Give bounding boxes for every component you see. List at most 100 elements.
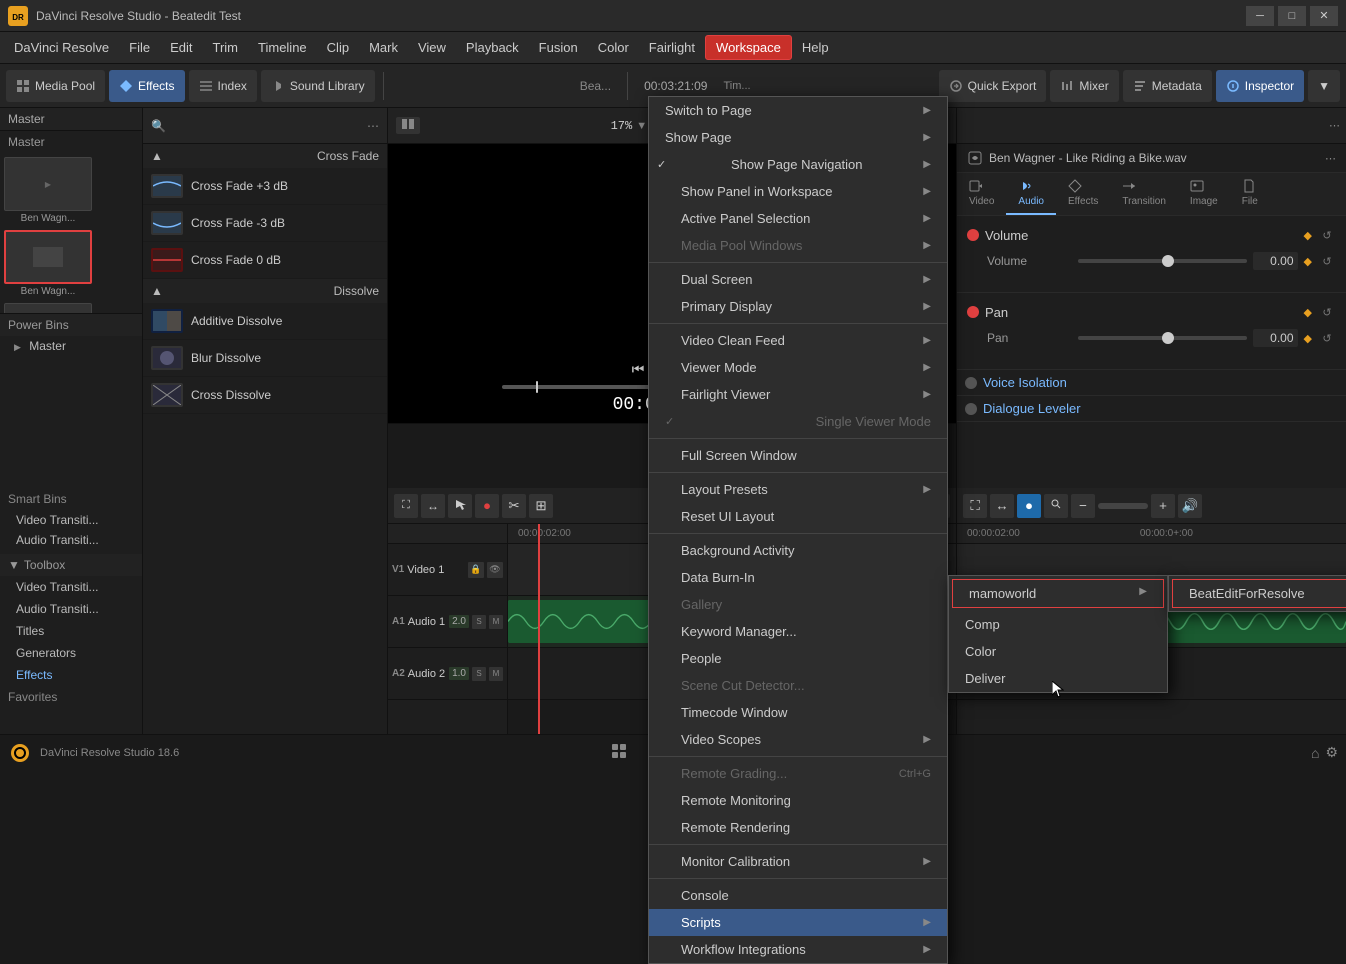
timeline-tool-5[interactable]: ⊞ <box>529 494 553 518</box>
effect-cross-fade-3db-pos[interactable]: Cross Fade +3 dB <box>143 168 387 205</box>
inspector-btn[interactable]: Inspector <box>1216 70 1304 102</box>
volume-keyframe-icon[interactable]: ◆ <box>1304 229 1312 242</box>
menu-color[interactable]: Color <box>588 36 639 59</box>
voice-isolation-item[interactable]: Voice Isolation <box>957 370 1346 396</box>
effects-btn[interactable]: Effects <box>109 70 184 102</box>
right-tl-plus[interactable]: + <box>1151 494 1175 518</box>
close-button[interactable]: ✕ <box>1310 6 1338 26</box>
deliver-item[interactable]: Deliver <box>949 665 1167 692</box>
dropdown-timecode-window[interactable]: Timecode Window <box>649 699 947 726</box>
inspector-expand[interactable]: ⋯ <box>1325 152 1336 165</box>
timeline-tool-1[interactable]: ⛶ <box>394 494 418 518</box>
right-tl-btn-3[interactable]: ● <box>1017 494 1041 518</box>
maximize-button[interactable]: □ <box>1278 6 1306 26</box>
effect-additive-dissolve[interactable]: Additive Dissolve <box>143 303 387 340</box>
v1-lock-btn[interactable]: 🔒 <box>468 562 484 578</box>
menu-edit[interactable]: Edit <box>160 36 202 59</box>
tab-audio[interactable]: Audio <box>1006 173 1056 215</box>
volume-kf-icon-2[interactable]: ◆ <box>1304 255 1312 268</box>
dropdown-people[interactable]: People <box>649 645 947 672</box>
pan-keyframe-icon[interactable]: ◆ <box>1304 306 1312 319</box>
media-pool-btn[interactable]: Media Pool <box>6 70 105 102</box>
mamoworld-item[interactable]: mamoworld ▶ <box>952 579 1164 608</box>
pan-dot[interactable] <box>967 306 979 318</box>
dropdown-workflow[interactable]: Workflow Integrations ▶ <box>649 936 947 963</box>
timeline-tool-2[interactable]: ↔ <box>421 494 445 518</box>
pan-reset-btn-2[interactable]: ↺ <box>1318 329 1336 347</box>
dropdown-background[interactable]: Background Activity <box>649 537 947 564</box>
dropdown-switch-page[interactable]: Switch to Page ▶ <box>649 97 947 124</box>
right-tl-btn-1[interactable]: ⛶ <box>963 494 987 518</box>
menu-clip[interactable]: Clip <box>317 36 359 59</box>
dropdown-dual-screen[interactable]: Dual Screen ▶ <box>649 266 947 293</box>
dialogue-leveler-item[interactable]: Dialogue Leveler <box>957 396 1346 422</box>
effect-cross-dissolve[interactable]: Cross Dissolve <box>143 377 387 414</box>
effects-toolbox-item[interactable]: Effects <box>0 664 142 686</box>
dropdown-remote-rendering[interactable]: Remote Rendering <box>649 814 947 841</box>
dropdown-monitor-cal[interactable]: Monitor Calibration ▶ <box>649 848 947 875</box>
settings-btn[interactable]: ⚙ <box>1325 744 1338 761</box>
media-thumb-2[interactable]: Ben Wagn... <box>4 230 92 297</box>
page-tab-media[interactable] <box>599 739 639 766</box>
effect-cross-fade-0db[interactable]: Cross Fade 0 dB <box>143 242 387 279</box>
color-item[interactable]: Color <box>949 638 1167 665</box>
dropdown-keyword-mgr[interactable]: Keyword Manager... <box>649 618 947 645</box>
dropdown-viewer-mode[interactable]: Viewer Mode ▶ <box>649 354 947 381</box>
comp-item[interactable]: Comp <box>949 611 1167 638</box>
dropdown-show-panel[interactable]: Show Panel in Workspace ▶ <box>649 178 947 205</box>
dropdown-remote-monitoring[interactable]: Remote Monitoring <box>649 787 947 814</box>
power-bins-header[interactable]: Power Bins <box>0 313 142 336</box>
dropdown-data-burn[interactable]: Data Burn-In <box>649 564 947 591</box>
toolbox-header[interactable]: ▼ Toolbox <box>0 554 142 576</box>
menu-timeline[interactable]: Timeline <box>248 36 317 59</box>
tab-image[interactable]: Image <box>1178 173 1230 215</box>
menu-file[interactable]: File <box>119 36 160 59</box>
right-audio-btn[interactable]: 🔊 <box>1178 494 1202 518</box>
dropdown-layout-presets[interactable]: Layout Presets ▶ <box>649 476 947 503</box>
menu-trim[interactable]: Trim <box>203 36 249 59</box>
titles-item[interactable]: Titles <box>0 620 142 642</box>
dropdown-full-screen[interactable]: Full Screen Window <box>649 442 947 469</box>
menu-fusion[interactable]: Fusion <box>529 36 588 59</box>
menu-fairlight[interactable]: Fairlight <box>639 36 705 59</box>
keywords-item[interactable]: Video Transiti... <box>0 510 142 530</box>
preview-viewer-btn[interactable] <box>396 117 420 134</box>
home-btn[interactable]: ⌂ <box>1311 745 1319 761</box>
dropdown-scripts[interactable]: Scripts ▶ <box>649 909 947 936</box>
quick-export-btn[interactable]: Quick Export <box>939 70 1047 102</box>
menu-davinci[interactable]: DaVinci Resolve <box>4 36 119 59</box>
sound-library-btn[interactable]: Sound Library <box>261 70 375 102</box>
menu-playback[interactable]: Playback <box>456 36 529 59</box>
pan-reset-btn[interactable]: ↺ <box>1318 303 1336 321</box>
video-transitions-item[interactable]: Video Transiti... <box>0 576 142 598</box>
volume-reset-btn-2[interactable]: ↺ <box>1318 252 1336 270</box>
record-btn[interactable]: ● <box>475 494 499 518</box>
menu-workspace[interactable]: Workspace <box>705 35 792 60</box>
effects-menu-icon[interactable]: ⋯ <box>367 119 379 133</box>
right-tl-btn-2[interactable]: ↔ <box>990 494 1014 518</box>
expand-btn[interactable]: ▼ <box>1308 70 1340 102</box>
inspector-options-icon[interactable]: ⋯ <box>1329 119 1340 132</box>
volume-slider[interactable] <box>1078 259 1247 263</box>
dropdown-active-panel[interactable]: Active Panel Selection ▶ <box>649 205 947 232</box>
effect-cross-fade-3db-neg[interactable]: Cross Fade -3 dB <box>143 205 387 242</box>
tab-transition[interactable]: Transition <box>1110 173 1178 215</box>
dropdown-show-page[interactable]: Show Page ▶ <box>649 124 947 151</box>
tab-file[interactable]: File <box>1230 173 1270 215</box>
volume-dot[interactable] <box>967 229 979 241</box>
dropdown-video-clean-feed[interactable]: Video Clean Feed ▶ <box>649 327 947 354</box>
a2-m-btn[interactable]: M <box>489 667 503 681</box>
dissolve-header[interactable]: ▲ Dissolve <box>143 279 387 303</box>
v1-eye-btn[interactable]: 👁 <box>487 562 503 578</box>
pan-kf-icon[interactable]: ◆ <box>1304 332 1312 345</box>
dropdown-video-scopes[interactable]: Video Scopes ▶ <box>649 726 947 753</box>
dropdown-console[interactable]: Console <box>649 882 947 909</box>
master-tree-item[interactable]: Master <box>0 336 142 356</box>
right-tl-minus[interactable]: − <box>1071 494 1095 518</box>
pan-slider[interactable] <box>1078 336 1247 340</box>
generators-item[interactable]: Generators <box>0 642 142 664</box>
dropdown-primary-display[interactable]: Primary Display ▶ <box>649 293 947 320</box>
right-zoom-slider[interactable] <box>1098 503 1148 509</box>
media-thumb-1[interactable]: ▶ Ben Wagn... <box>4 157 92 224</box>
menu-help[interactable]: Help <box>792 36 839 59</box>
